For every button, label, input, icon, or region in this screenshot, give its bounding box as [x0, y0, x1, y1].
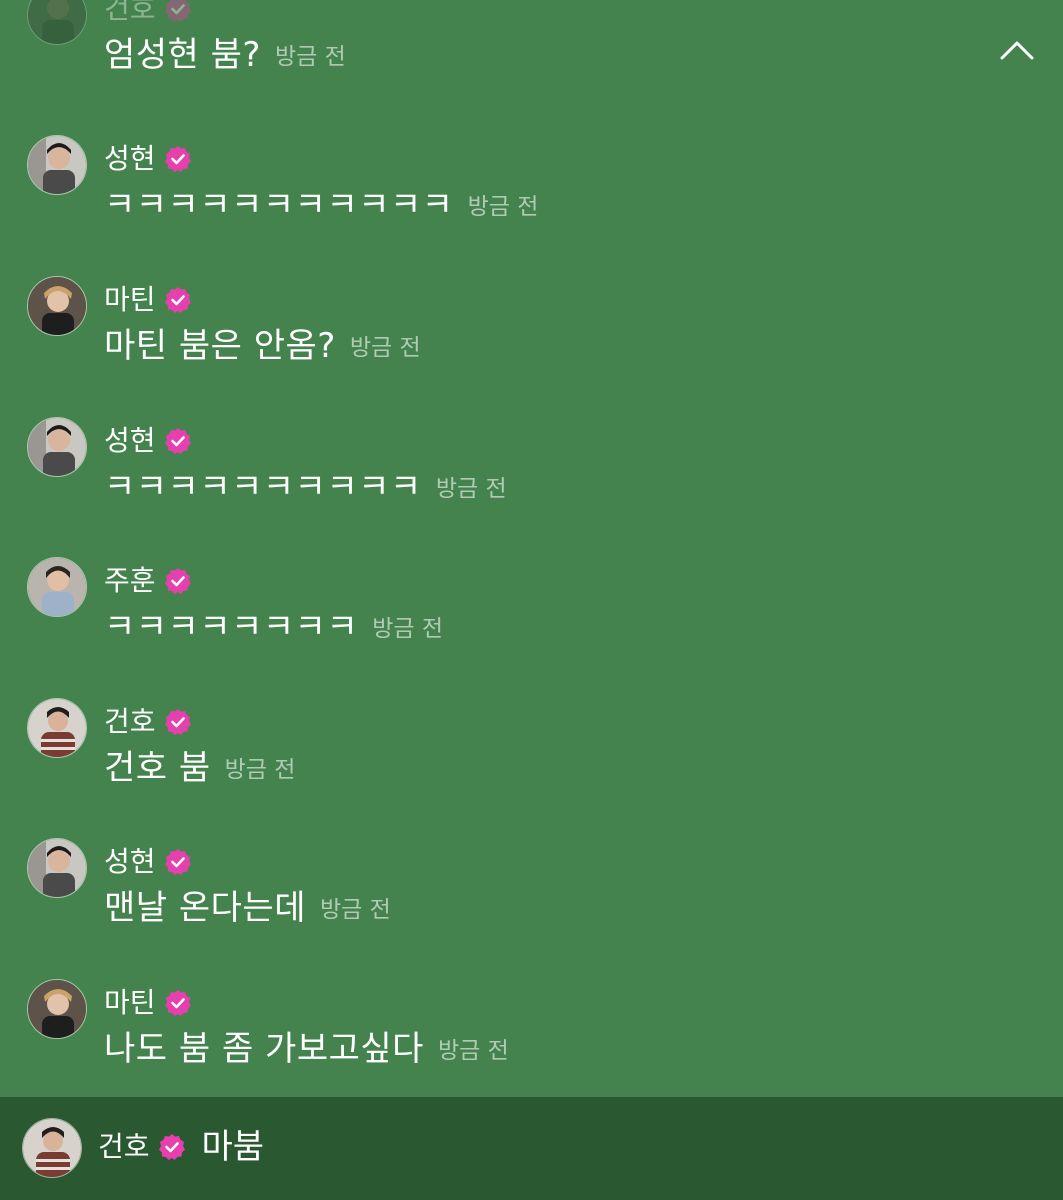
sender-name: 건호: [104, 705, 156, 738]
message-time: 방금 전: [437, 1038, 509, 1064]
message-text: 건호 붐: [104, 748, 211, 788]
verified-badge-icon: [158, 1133, 186, 1161]
message-text: ㅋㅋㅋㅋㅋㅋㅋㅋㅋㅋㅋ: [104, 185, 454, 225]
sender-name: 건호: [104, 0, 156, 25]
message-time: 방금 전: [274, 44, 346, 70]
message-time: 방금 전: [349, 335, 421, 361]
message-time: 방금 전: [372, 616, 444, 642]
verified-badge-icon: [164, 848, 192, 876]
chat-message: 건호 건호 붐 방금 전: [0, 698, 1063, 838]
verified-badge-icon: [164, 567, 192, 595]
sender-name: 건호: [98, 1130, 150, 1163]
current-message-text: 마붐: [201, 1127, 265, 1167]
verified-badge-icon: [164, 427, 192, 455]
current-message-bar: 건호 마붐: [0, 1097, 1063, 1200]
sender-name: 주훈: [104, 564, 156, 597]
sender-name: 성현: [104, 142, 156, 175]
chat-list[interactable]: 건호 엄성현 붐? 방금 전 성현 ㅋㅋㅋㅋㅋㅋㅋㅋㅋㅋㅋ 방금 전 마틴 마틴…: [0, 0, 1063, 1097]
verified-badge-icon: [164, 286, 192, 314]
message-text: 나도 붐 좀 가보고싶다: [104, 1029, 424, 1069]
chat-message: 성현 ㅋㅋㅋㅋㅋㅋㅋㅋㅋㅋㅋ 방금 전: [0, 135, 1063, 275]
verified-badge-icon: [164, 0, 192, 23]
sender-name: 성현: [104, 845, 156, 878]
message-time: 방금 전: [224, 757, 296, 783]
chat-message: 성현 ㅋㅋㅋㅋㅋㅋㅋㅋㅋㅋ 방금 전: [0, 417, 1063, 557]
message-text: 마틴 붐은 안옴?: [104, 326, 336, 366]
message-text: 엄성현 붐?: [104, 35, 261, 75]
avatar[interactable]: [27, 979, 87, 1039]
message-text: 맨날 온다는데: [104, 888, 306, 928]
avatar[interactable]: [27, 0, 87, 45]
message-text: ㅋㅋㅋㅋㅋㅋㅋㅋㅋㅋ: [104, 467, 422, 507]
chat-message: 성현 맨날 온다는데 방금 전: [0, 838, 1063, 978]
avatar[interactable]: [27, 276, 87, 336]
avatar[interactable]: [27, 135, 87, 195]
message-time: 방금 전: [320, 897, 391, 923]
chat-message: 마틴 마틴 붐은 안옴? 방금 전: [0, 276, 1063, 416]
verified-badge-icon: [164, 989, 192, 1017]
avatar[interactable]: [27, 838, 87, 898]
avatar[interactable]: [27, 417, 87, 477]
sender-name: 마틴: [104, 986, 156, 1019]
message-text: ㅋㅋㅋㅋㅋㅋㅋㅋ: [104, 607, 359, 647]
message-time: 방금 전: [467, 194, 539, 220]
chat-message: 건호 엄성현 붐? 방금 전: [0, 0, 1063, 125]
avatar[interactable]: [27, 557, 87, 617]
avatar[interactable]: [22, 1118, 82, 1178]
avatar[interactable]: [27, 698, 87, 758]
chevron-up-icon[interactable]: [999, 32, 1035, 68]
verified-badge-icon: [164, 708, 192, 736]
sender-name: 성현: [104, 424, 156, 457]
sender-name: 마틴: [104, 283, 156, 316]
chat-message: 주훈 ㅋㅋㅋㅋㅋㅋㅋㅋ 방금 전: [0, 557, 1063, 697]
verified-badge-icon: [164, 145, 192, 173]
chat-message: 마틴 나도 붐 좀 가보고싶다 방금 전: [0, 979, 1063, 1097]
message-time: 방금 전: [435, 476, 507, 502]
